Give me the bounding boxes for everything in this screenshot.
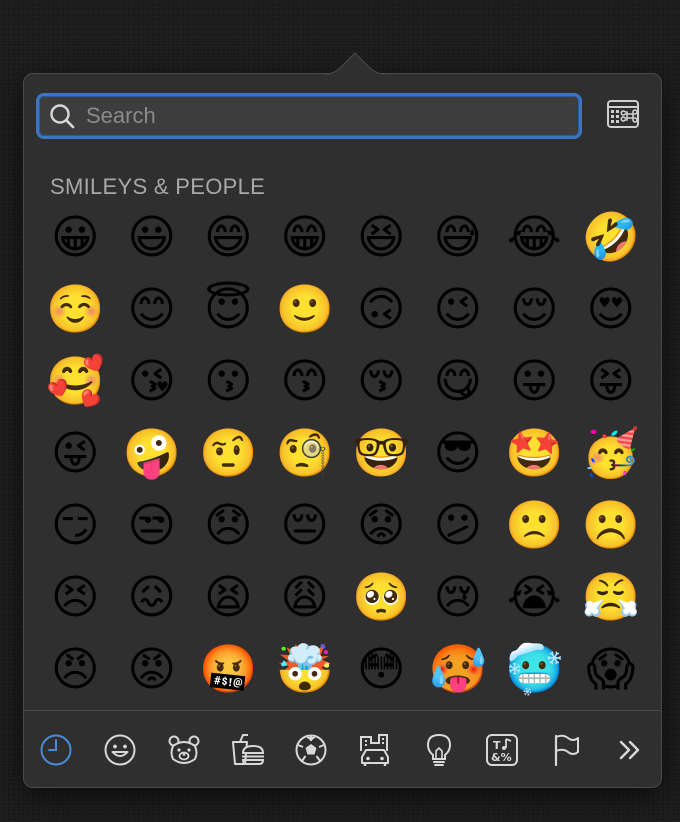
category-smileys[interactable] [100, 730, 140, 770]
emoji-item[interactable]: 😖 [114, 562, 191, 634]
emoji-item[interactable]: 😀 [37, 202, 114, 274]
emoji-item[interactable]: 😟 [343, 490, 420, 562]
character-viewer-button[interactable] [606, 99, 640, 133]
food-icon [232, 734, 265, 765]
emoji-item[interactable]: 🥳 [573, 418, 650, 490]
emoji-item[interactable]: 🧐 [267, 418, 344, 490]
divider [24, 710, 661, 711]
emoji-item[interactable]: 😩 [267, 562, 344, 634]
category-animals[interactable] [164, 730, 204, 770]
emoji-item[interactable]: 😠 [37, 634, 114, 706]
emoji-item[interactable]: 😕 [420, 490, 497, 562]
emoji-item[interactable]: 😂 [496, 202, 573, 274]
emoji-item[interactable]: 😙 [267, 346, 344, 418]
emoji-item[interactable]: 😢 [420, 562, 497, 634]
emoji-item[interactable]: 😔 [267, 490, 344, 562]
emoji-item[interactable]: 😉 [420, 274, 497, 346]
emoji-grid: 😀 😃 😄 😁 😆 😅 😂 🤣 ☺️ 😊 😇 🙂 🙃 😉 😌 😍 🥰 😘 😗 😙 😚 😋 😛 😝 😜 🤪 🤨 🧐 🤓 😎 🤩 🥳 😏 😒 😞 😔 😟 😕 🙁… [37, 202, 649, 706]
category-symbols[interactable]: T &% [482, 730, 522, 770]
emoji-item[interactable]: 🥵 [420, 634, 497, 706]
recent-icon [40, 734, 72, 766]
emoji-item[interactable]: 😄 [190, 202, 267, 274]
emoji-item[interactable]: 😣 [37, 562, 114, 634]
emoji-item[interactable]: 😆 [343, 202, 420, 274]
symbols-icon: T &% [486, 734, 519, 766]
emoji-item[interactable]: 😗 [190, 346, 267, 418]
category-recent[interactable] [36, 730, 76, 770]
character-viewer-icon [607, 99, 639, 133]
emoji-item[interactable]: 😊 [114, 274, 191, 346]
emoji-item[interactable]: 🥶 [496, 634, 573, 706]
objects-icon [426, 733, 451, 766]
emoji-item[interactable]: 😘 [114, 346, 191, 418]
emoji-item[interactable]: 🙂 [267, 274, 344, 346]
emoji-item[interactable]: 😇 [190, 274, 267, 346]
emoji-item[interactable]: 😁 [267, 202, 344, 274]
category-more[interactable] [610, 730, 650, 770]
emoji-item[interactable]: 🤬 [190, 634, 267, 706]
emoji-item[interactable]: 😛 [496, 346, 573, 418]
emoji-item[interactable]: 🤣 [573, 202, 650, 274]
category-activity[interactable] [291, 730, 331, 770]
emoji-item[interactable]: 🤓 [343, 418, 420, 490]
emoji-item[interactable]: 🥰 [37, 346, 114, 418]
section-title: SMILEYS & PEOPLE [50, 174, 266, 199]
emoji-item[interactable]: 😝 [573, 346, 650, 418]
emoji-item[interactable]: 😎 [420, 418, 497, 490]
emoji-item[interactable]: 🙁 [496, 490, 573, 562]
emoji-item[interactable]: 😜 [37, 418, 114, 490]
animal-icon [168, 735, 200, 764]
activity-icon [295, 734, 327, 766]
svg-text:&%: &% [491, 751, 512, 764]
emoji-item[interactable]: 😞 [190, 490, 267, 562]
emoji-item[interactable]: 😋 [420, 346, 497, 418]
emoji-item[interactable]: 🤪 [114, 418, 191, 490]
emoji-picker-popover: SMILEYS & PEOPLE 😀😃😄😁😆😅😂🤣 ☺️😊😇🙂🙃😉😌😍 🥰😘😗😙😚😋… [23, 52, 662, 788]
category-bar: T &% [36, 725, 650, 775]
emoji-item[interactable]: 😚 [343, 346, 420, 418]
smiley-icon [104, 734, 136, 766]
emoji-item[interactable]: 😅 [420, 202, 497, 274]
emoji-item[interactable]: 🤯 [267, 634, 344, 706]
search-icon [48, 102, 76, 130]
emoji-item[interactable]: ☺️ [37, 274, 114, 346]
emoji-item[interactable]: 😤 [573, 562, 650, 634]
travel-icon [359, 734, 389, 766]
emoji-item[interactable]: 😍 [573, 274, 650, 346]
emoji-item[interactable]: 😏 [37, 490, 114, 562]
emoji-item[interactable]: 😭 [496, 562, 573, 634]
emoji-item[interactable]: 🤨 [190, 418, 267, 490]
emoji-item[interactable]: 😱 [573, 634, 650, 706]
emoji-item[interactable]: ☹️ [573, 490, 650, 562]
emoji-item[interactable]: 😫 [190, 562, 267, 634]
search-input[interactable] [86, 103, 546, 129]
emoji-item[interactable]: 🙃 [343, 274, 420, 346]
emoji-item[interactable]: 🥺 [343, 562, 420, 634]
category-flags[interactable] [546, 730, 586, 770]
emoji-item[interactable]: 😳 [343, 634, 420, 706]
emoji-item[interactable]: 😃 [114, 202, 191, 274]
category-travel[interactable] [355, 730, 395, 770]
category-objects[interactable] [419, 730, 459, 770]
popover-arrow [320, 52, 390, 76]
category-food[interactable] [227, 730, 267, 770]
flag-icon [555, 734, 580, 767]
search-field[interactable] [36, 93, 582, 139]
emoji-item[interactable]: 🤩 [496, 418, 573, 490]
emoji-item[interactable]: 😡 [114, 634, 191, 706]
emoji-item[interactable]: 😒 [114, 490, 191, 562]
more-icon [619, 740, 640, 760]
emoji-item[interactable]: 😌 [496, 274, 573, 346]
